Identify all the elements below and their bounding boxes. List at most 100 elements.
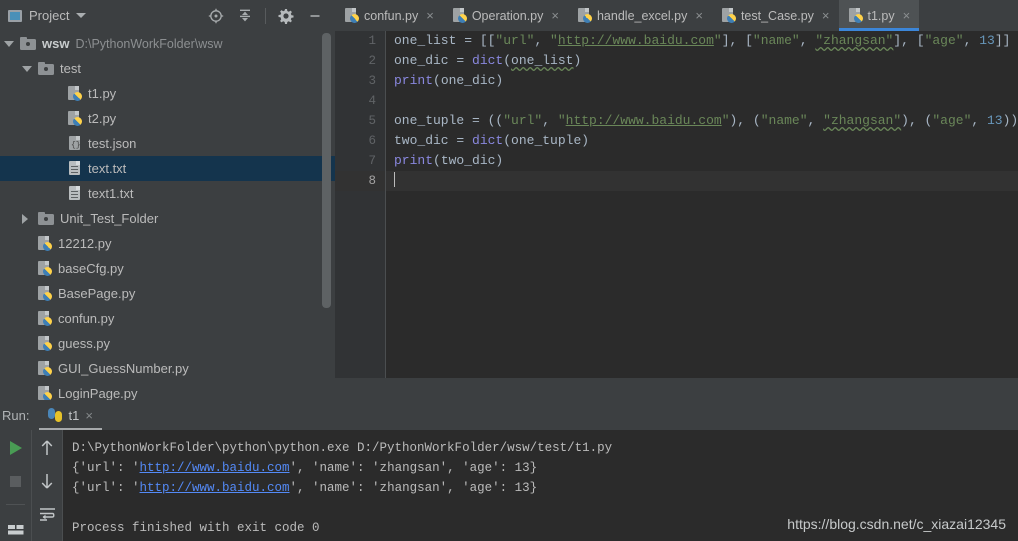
run-side-toolbars [0, 430, 62, 541]
python-file-icon [38, 286, 52, 301]
toolbar-divider [265, 7, 266, 24]
soft-wrap-icon[interactable] [37, 504, 57, 524]
scroll-down-icon[interactable] [37, 471, 57, 491]
close-icon[interactable]: × [695, 8, 703, 23]
line-number: 5 [368, 114, 376, 128]
tree-root-wsw[interactable]: wsw D:\PythonWorkFolder\wsw [0, 31, 335, 56]
tree-item-basecfg-py[interactable]: baseCfg.py [0, 256, 335, 281]
folder-icon [20, 37, 36, 50]
collapse-arrow-icon[interactable] [22, 213, 32, 224]
editor-tab-strip: confun.py × Operation.py × handle_excel.… [335, 0, 1018, 31]
settings-gear-icon[interactable] [273, 3, 299, 29]
tree-item-text1-txt[interactable]: text1.txt [0, 181, 335, 206]
close-icon[interactable]: × [551, 8, 559, 23]
console-command: D:\PythonWorkFolder\python\python.exe D:… [72, 441, 613, 455]
line-number: 1 [368, 34, 376, 48]
editor-bottom-filler [335, 378, 1018, 400]
tab-handle-excel-py[interactable]: handle_excel.py × [568, 0, 712, 31]
tree-item-label: test [60, 61, 81, 76]
tree-item-label: t1.py [88, 86, 117, 101]
layout-icon[interactable] [6, 518, 26, 538]
text-file-icon [68, 161, 82, 176]
tree-item-t1-py[interactable]: t1.py [0, 81, 335, 106]
code-text-area[interactable]: one_list = [["url", "http://www.baidu.co… [385, 31, 1018, 400]
url-link[interactable]: http://www.baidu.com [140, 461, 290, 475]
tab-label: Operation.py [471, 8, 544, 23]
code-line-6: two_dic = dict(one_tuple) [394, 133, 590, 148]
tab-operation-py[interactable]: Operation.py × [443, 0, 568, 31]
python-file-icon [38, 311, 52, 326]
console-output-line-1: {'url': 'http://www.baidu.com', 'name': … [72, 461, 538, 475]
toolbar-divider [6, 504, 25, 505]
line-number-current: 8 [335, 171, 385, 191]
tree-item-label: Unit_Test_Folder [60, 211, 159, 226]
locate-icon[interactable] [203, 3, 229, 29]
python-file-icon [38, 236, 52, 251]
tree-item-label: confun.py [58, 311, 115, 326]
code-line-1: one_list = [["url", "http://www.baidu.co… [394, 33, 1011, 48]
tree-item-unit-test-folder[interactable]: Unit_Test_Folder [0, 206, 335, 231]
python-file-icon [577, 8, 592, 23]
tree-item-loginpage-py[interactable]: LoginPage.py [0, 381, 335, 400]
close-icon[interactable]: × [85, 408, 93, 423]
line-number: 2 [368, 54, 376, 68]
python-file-icon [452, 8, 467, 23]
tree-item-test-json[interactable]: {} test.json [0, 131, 335, 156]
tab-confun-py[interactable]: confun.py × [335, 0, 443, 31]
python-file-icon [721, 8, 736, 23]
tree-item-guess-py[interactable]: guess.py [0, 331, 335, 356]
tree-root-path: D:\PythonWorkFolder\wsw [75, 36, 223, 51]
run-tab-t1[interactable]: t1 × [39, 400, 103, 430]
code-line-8 [386, 171, 1018, 191]
close-icon[interactable]: × [426, 8, 434, 23]
tree-item-basepage-py[interactable]: BasePage.py [0, 281, 335, 306]
project-panel-icon [8, 9, 22, 22]
console-output-line-2: {'url': 'http://www.baidu.com', 'name': … [72, 481, 538, 495]
tree-item-t2-py[interactable]: t2.py [0, 106, 335, 131]
minimize-icon[interactable] [302, 3, 328, 29]
stop-icon[interactable] [6, 471, 26, 491]
python-file-icon [38, 261, 52, 276]
console-output[interactable]: D:\PythonWorkFolder\python\python.exe D:… [62, 430, 1018, 541]
line-number-gutter: 1 2 3 4 5 6 7 8 [335, 31, 385, 400]
folder-icon [38, 212, 54, 225]
tree-item-label: text.txt [88, 161, 127, 176]
python-file-icon [38, 336, 52, 351]
chevron-down-icon[interactable] [76, 13, 87, 18]
collapse-all-icon[interactable] [232, 3, 258, 29]
expand-arrow-icon[interactable] [4, 40, 14, 47]
code-line-5: one_tuple = (("url", "http://www.baidu.c… [394, 113, 1018, 128]
tab-test-case-py[interactable]: test_Case.py × [712, 0, 839, 31]
python-file-icon [38, 361, 52, 376]
tree-item-text-txt[interactable]: text.txt [0, 156, 335, 181]
close-icon[interactable]: × [822, 8, 830, 23]
code-line-3: print(one_dic) [394, 73, 504, 88]
close-icon[interactable]: × [903, 8, 911, 23]
url-link[interactable]: http://www.baidu.com [140, 481, 290, 495]
line-number: 3 [368, 74, 376, 88]
expand-arrow-icon[interactable] [22, 65, 32, 72]
tab-label: confun.py [364, 8, 419, 23]
tree-item-gui-guessnumber-py[interactable]: GUI_GuessNumber.py [0, 356, 335, 381]
tab-t1-py[interactable]: t1.py × [838, 0, 920, 31]
tree-item-label: wsw [42, 36, 70, 51]
tree-item-label: LoginPage.py [58, 386, 138, 400]
python-file-icon [848, 8, 863, 23]
tree-item-label: BasePage.py [58, 286, 136, 301]
project-tree-scrollbar[interactable] [322, 33, 331, 308]
tree-item-test[interactable]: test [0, 56, 335, 81]
tab-label: t1.py [867, 8, 895, 23]
python-file-icon [345, 8, 359, 23]
pycharm-window: Project confun.py × Operation.py × handl… [0, 0, 1018, 541]
scroll-up-icon[interactable] [37, 438, 57, 458]
run-window-header: Run: t1 × [0, 400, 1018, 430]
tree-item-12212-py[interactable]: 12212.py [0, 231, 335, 256]
run-icon[interactable] [6, 438, 26, 458]
run-navigation-column [31, 430, 62, 541]
tree-item-label: 12212.py [58, 236, 112, 251]
run-tool-window: Run: t1 × D:\PythonWorkFolder\python\pyt… [0, 400, 1018, 541]
tree-item-confun-py[interactable]: confun.py [0, 306, 335, 331]
project-dropdown[interactable]: Project [0, 8, 87, 23]
